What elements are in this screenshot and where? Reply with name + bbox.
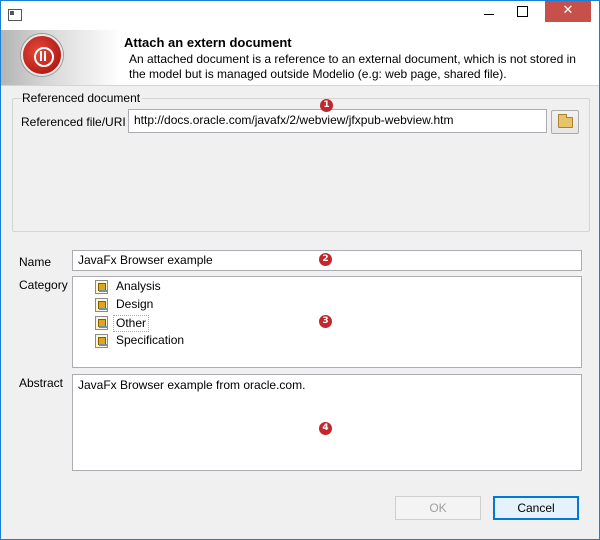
marker-3: 3 — [319, 315, 332, 328]
marker-4: 4 — [319, 422, 332, 435]
marker-1: 1 — [320, 99, 333, 112]
folder-open-icon — [558, 114, 573, 128]
category-item-analysis[interactable]: Analysis — [95, 279, 161, 296]
category-icon — [95, 334, 108, 348]
window-icon — [8, 9, 22, 21]
category-item-other[interactable]: Other — [95, 315, 150, 332]
cancel-button[interactable]: Cancel — [493, 496, 579, 520]
close-icon: ✕ — [562, 3, 574, 18]
category-icon — [95, 298, 108, 312]
modelio-logo-icon — [21, 34, 63, 76]
referenced-file-input[interactable]: http://docs.oracle.com/javafx/2/webview/… — [128, 109, 547, 133]
referenced-document-group-label: Referenced document — [22, 91, 143, 105]
category-item-label: Design — [116, 297, 154, 311]
ok-button[interactable]: OK — [395, 496, 481, 520]
category-label: Category — [19, 278, 68, 292]
header-banner: Attach an extern document An attached do… — [1, 30, 599, 86]
category-item-label: Analysis — [116, 279, 161, 293]
name-label: Name — [19, 255, 52, 269]
marker-2: 2 — [319, 253, 332, 266]
maximize-button[interactable] — [507, 1, 537, 22]
dialog-window: ✕ Attach an extern document An attached … — [0, 0, 600, 540]
category-icon — [95, 316, 108, 330]
category-item-design[interactable]: Design — [95, 297, 153, 314]
category-icon — [95, 280, 108, 294]
browse-button[interactable] — [551, 110, 579, 134]
minimize-button[interactable] — [474, 1, 504, 22]
title-bar: ✕ — [1, 1, 599, 30]
dialog-description: An attached document is a reference to a… — [129, 52, 576, 81]
close-button[interactable]: ✕ — [545, 1, 591, 22]
category-item-label: Other — [113, 315, 150, 332]
category-item-label: Specification — [116, 333, 185, 347]
referenced-file-label: Referenced file/URI — [21, 115, 126, 129]
abstract-label: Abstract — [19, 376, 64, 390]
category-item-specification[interactable]: Specification — [95, 333, 184, 350]
dialog-title: Attach an extern document — [124, 35, 292, 50]
